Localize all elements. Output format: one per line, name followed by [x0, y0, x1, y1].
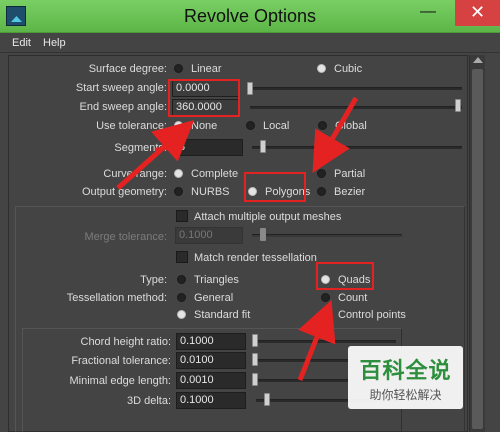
minimize-button[interactable]: —: [411, 0, 445, 26]
output-geometry-nurbs-radio[interactable]: [174, 187, 183, 196]
use-tolerance-none-radio[interactable]: [174, 121, 183, 130]
watermark-subtitle: 助你轻松解决: [369, 388, 442, 402]
attach-multiple-label: Attach multiple output meshes: [194, 211, 342, 223]
use-tolerance-local-label: Local: [263, 120, 290, 132]
fractional-tolerance-label: Fractional tolerance:: [71, 355, 171, 367]
segments-slider-track[interactable]: [252, 146, 462, 149]
delta-3d-label: 3D delta:: [126, 395, 171, 407]
segments-field[interactable]: 8: [175, 139, 243, 156]
attach-multiple-checkbox[interactable]: [176, 210, 188, 222]
output-geometry-bezier-label: Bezier: [334, 186, 366, 198]
output-geometry-nurbs-label: NURBS: [191, 186, 230, 198]
sweep-angle-highlight: [168, 79, 240, 117]
segments-label: Segments:: [114, 142, 167, 154]
merge-tolerance-slider-track: [252, 234, 402, 237]
match-render-label: Match render tessellation: [194, 252, 317, 264]
output-geometry-label: Output geometry:: [82, 186, 167, 198]
tessellation-count-radio[interactable]: [321, 293, 330, 302]
curve-range-partial-radio[interactable]: [317, 169, 326, 178]
type-triangles-label: Triangles: [194, 274, 239, 286]
use-tolerance-global-radio[interactable]: [318, 121, 327, 130]
tessellation-control-points-radio[interactable]: [321, 310, 330, 319]
surface-degree-linear-label: Linear: [191, 63, 222, 75]
use-tolerance-global-label: Global: [335, 120, 367, 132]
scroll-thumb[interactable]: [472, 69, 483, 429]
end-sweep-slider-handle[interactable]: [455, 99, 461, 112]
curve-range-partial-label: Partial: [334, 168, 366, 180]
start-sweep-label: Start sweep angle:: [75, 82, 167, 94]
minimal-edge-field[interactable]: 0.0010: [176, 372, 246, 389]
start-sweep-slider-handle[interactable]: [247, 82, 253, 95]
segments-slider-handle[interactable]: [260, 140, 266, 153]
minimal-edge-label: Minimal edge length:: [69, 375, 171, 387]
quads-highlight: [316, 262, 374, 290]
merge-tolerance-slider-handle: [260, 228, 266, 241]
curve-range-complete-label: Complete: [191, 168, 239, 180]
tessellation-standard-fit-radio[interactable]: [177, 310, 186, 319]
surface-degree-label: Surface degree:: [88, 63, 167, 75]
output-geometry-bezier-radio[interactable]: [317, 187, 326, 196]
curve-range-label: Curve range:: [103, 168, 167, 180]
menu-edit[interactable]: Edit: [12, 37, 31, 49]
chord-height-slider-handle[interactable]: [252, 334, 258, 347]
tessellation-count-label: Count: [338, 292, 368, 304]
merge-tolerance-field: 0.1000: [175, 227, 243, 244]
fractional-tolerance-slider-track[interactable]: [256, 359, 348, 362]
use-tolerance-none-label: None: [191, 120, 218, 132]
menu-bar: Edit Help: [0, 33, 500, 53]
fractional-tolerance-field[interactable]: 0.0100: [176, 352, 246, 369]
start-sweep-slider-track[interactable]: [250, 87, 462, 90]
chord-height-field[interactable]: 0.1000: [176, 333, 246, 350]
polygons-highlight: [244, 172, 306, 202]
tessellation-method-label: Tessellation method:: [66, 292, 167, 304]
type-triangles-radio[interactable]: [177, 275, 186, 284]
use-tolerance-local-radio[interactable]: [246, 121, 255, 130]
fractional-tolerance-slider-handle[interactable]: [252, 353, 258, 366]
minimal-edge-slider-track[interactable]: [256, 379, 348, 382]
vertical-scrollbar[interactable]: [469, 55, 485, 432]
menu-help[interactable]: Help: [43, 37, 66, 49]
merge-tolerance-label: Merge tolerance:: [84, 231, 167, 243]
end-sweep-label: End sweep angle:: [79, 101, 167, 113]
surface-degree-cubic-radio[interactable]: [317, 64, 326, 73]
tessellation-control-points-label: Control points: [338, 309, 406, 321]
scroll-up-arrow-icon[interactable]: [473, 57, 483, 63]
chord-height-slider-track[interactable]: [256, 340, 396, 343]
surface-degree-linear-radio[interactable]: [174, 64, 183, 73]
end-sweep-slider-track[interactable]: [250, 106, 462, 109]
title-bar: Revolve Options — ✕: [0, 0, 500, 33]
type-label: Type:: [140, 274, 167, 286]
close-button[interactable]: ✕: [455, 0, 500, 26]
tessellation-standard-fit-label: Standard fit: [194, 309, 251, 321]
watermark-title: 百科全说: [359, 358, 452, 383]
baike-watermark: 百科全说 助你轻松解决: [348, 346, 463, 409]
match-render-checkbox[interactable]: [176, 251, 188, 263]
curve-range-complete-radio[interactable]: [174, 169, 183, 178]
minimal-edge-slider-handle[interactable]: [252, 373, 258, 386]
use-tolerance-label: Use tolerance:: [96, 120, 167, 132]
chord-height-label: Chord height ratio:: [80, 336, 172, 348]
delta-3d-field[interactable]: 0.1000: [176, 392, 246, 409]
delta-3d-slider-handle[interactable]: [264, 393, 270, 406]
tessellation-general-label: General: [194, 292, 234, 304]
tessellation-general-radio[interactable]: [177, 293, 186, 302]
surface-degree-cubic-label: Cubic: [334, 63, 363, 75]
